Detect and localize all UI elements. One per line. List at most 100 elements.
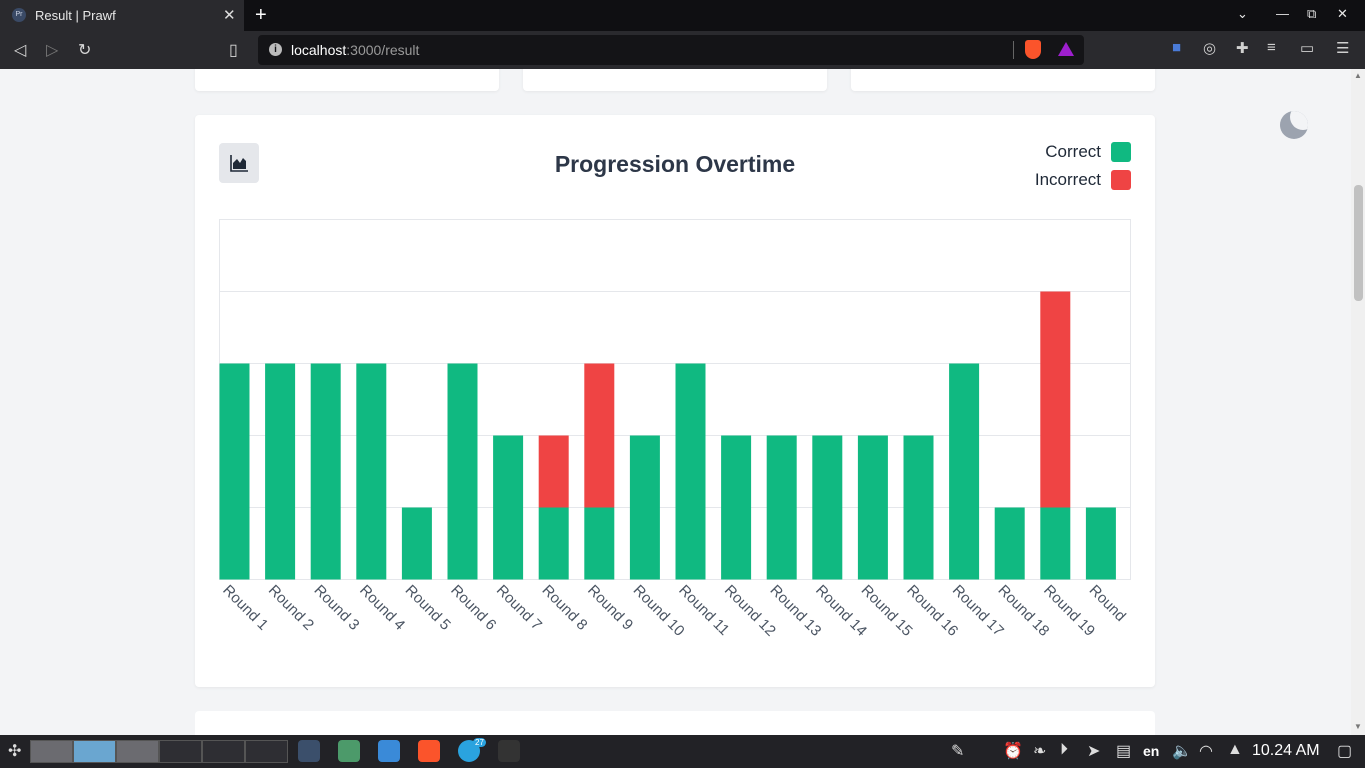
- bar-incorrect: [538, 435, 569, 508]
- media-play-icon[interactable]: ⏵: [1060, 741, 1068, 759]
- brave-browser-app-icon[interactable]: [418, 740, 440, 762]
- bar-chart: Round 1Round 2Round 3Round 4Round 5Round…: [219, 219, 1131, 640]
- file-manager-app-icon[interactable]: [378, 740, 400, 762]
- media-playlist-icon[interactable]: ≡: [1267, 39, 1276, 56]
- chart-title: Progression Overtime: [554, 151, 796, 177]
- workspace-5[interactable]: [202, 740, 245, 763]
- workspace-1[interactable]: [30, 740, 73, 763]
- url-text: localhost:3000/result: [291, 42, 420, 58]
- x-tick-label: Round 2: [265, 582, 317, 634]
- reload-icon[interactable]: ↻: [78, 40, 91, 60]
- extensions-puzzle-icon[interactable]: ✚: [1236, 39, 1249, 57]
- back-icon[interactable]: ◁: [14, 40, 26, 60]
- page-scrollbar[interactable]: ▲ ▼: [1351, 69, 1365, 735]
- bar-correct: [584, 507, 615, 580]
- legend-item-incorrect[interactable]: Incorrect: [1035, 166, 1131, 194]
- stat-card: [195, 69, 499, 91]
- terminal-app-icon[interactable]: [498, 740, 520, 762]
- bar-correct: [265, 363, 296, 580]
- workspace-4[interactable]: [159, 740, 202, 763]
- bar-correct: [857, 435, 888, 580]
- tab-list-chevron-icon[interactable]: ⌄: [1237, 6, 1248, 22]
- workspace-2[interactable]: [73, 740, 116, 763]
- new-tab-icon[interactable]: +: [255, 4, 267, 27]
- next-card: [195, 711, 1155, 735]
- show-desktop-icon[interactable]: ▢: [1337, 741, 1352, 761]
- legend-label: Correct: [1045, 142, 1101, 161]
- extension-shield-icon[interactable]: ■: [1172, 39, 1181, 56]
- stat-card: [851, 69, 1155, 91]
- x-tick-label: Round 1: [219, 582, 271, 634]
- browser-tab-strip: Pr Result | Prawf ✕ + ⌄ — ⧉ ✕: [0, 0, 1365, 31]
- bar-correct: [219, 363, 250, 580]
- clipboard-icon[interactable]: ▤: [1116, 741, 1131, 761]
- pen-icon[interactable]: ✎: [951, 741, 964, 761]
- bar-correct: [994, 507, 1025, 580]
- bar-correct: [629, 435, 660, 580]
- window-close-icon[interactable]: ✕: [1337, 6, 1348, 22]
- x-tick-label: Round 7: [493, 582, 545, 634]
- minimize-icon[interactable]: —: [1276, 6, 1289, 21]
- bar-correct: [1085, 507, 1116, 580]
- legend-item-correct[interactable]: Correct: [1035, 138, 1131, 166]
- os-taskbar: ✣ 27 ✎ ⏰ ❧ ⏵ ➤ ▤ en 🔈 ◠ ▲ 10.24 AM ▢: [0, 735, 1365, 768]
- keyboard-language[interactable]: en: [1143, 743, 1159, 759]
- tab-close-icon[interactable]: ✕: [223, 6, 236, 24]
- image-viewer-app-icon[interactable]: [338, 740, 360, 762]
- bar-correct: [766, 435, 797, 580]
- brave-rewards-icon[interactable]: [1058, 42, 1074, 56]
- scroll-thumb[interactable]: [1354, 185, 1363, 301]
- address-bar[interactable]: i localhost:3000/result: [258, 35, 1084, 65]
- progression-chart-card: Progression Overtime Correct Incorrect R…: [195, 115, 1155, 687]
- x-tick-label: Round 3: [311, 582, 363, 634]
- brave-shields-icon[interactable]: [1025, 40, 1041, 59]
- tray-expand-icon[interactable]: ▲: [1227, 741, 1243, 759]
- legend-label: Incorrect: [1034, 170, 1101, 189]
- bar-correct: [903, 435, 934, 580]
- site-info-icon[interactable]: i: [269, 43, 282, 56]
- tab-favicon: Pr: [12, 8, 26, 22]
- page-content: Progression Overtime Correct Incorrect R…: [0, 69, 1365, 735]
- chart-legend: Correct Incorrect: [1035, 138, 1131, 194]
- bar-correct: [538, 507, 569, 580]
- x-tick-label: Round 5: [402, 582, 454, 634]
- workspace-6[interactable]: [245, 740, 288, 763]
- bar-correct: [493, 435, 524, 580]
- menu-icon[interactable]: ☰: [1336, 39, 1349, 57]
- clock[interactable]: 10.24 AM: [1252, 742, 1320, 760]
- volume-icon[interactable]: 🔈: [1172, 741, 1192, 761]
- x-tick-label: Round: [1086, 582, 1129, 625]
- bar-correct: [401, 507, 432, 580]
- extension-target-icon[interactable]: ◎: [1203, 39, 1216, 57]
- x-tick-label: Round 6: [447, 582, 499, 634]
- bar-correct: [447, 363, 478, 580]
- bar-correct: [310, 363, 341, 580]
- bookmark-icon[interactable]: ▯: [229, 40, 238, 60]
- restore-icon[interactable]: ⧉: [1307, 6, 1316, 22]
- x-tick-label: Round 8: [539, 582, 591, 634]
- forward-icon[interactable]: ▷: [46, 40, 58, 60]
- bar-correct: [675, 363, 706, 580]
- dark-mode-toggle-moon-icon[interactable]: [1280, 111, 1308, 139]
- taskmanager-app-icon[interactable]: [298, 740, 320, 762]
- scroll-down-icon[interactable]: ▼: [1354, 722, 1362, 731]
- workspace-3[interactable]: [116, 740, 159, 763]
- stat-card: [523, 69, 827, 91]
- scroll-up-icon[interactable]: ▲: [1354, 71, 1362, 80]
- notifications-icon[interactable]: ⏰: [1003, 741, 1023, 761]
- browser-toolbar: ◁ ▷ ↻ ▯ i localhost:3000/result ■ ◎ ✚ ≡ …: [0, 31, 1365, 69]
- telegram-badge: 27: [473, 738, 486, 747]
- wallet-icon[interactable]: ▭: [1300, 39, 1314, 57]
- send-icon[interactable]: ➤: [1087, 741, 1100, 761]
- bar-correct: [356, 363, 387, 580]
- x-tick-label: Round 9: [584, 582, 636, 634]
- browser-tab[interactable]: Pr Result | Prawf ✕: [0, 0, 244, 31]
- legend-swatch: [1111, 142, 1131, 162]
- bar-incorrect: [1040, 291, 1071, 508]
- plot-frame: [219, 219, 1131, 580]
- leaf-icon[interactable]: ❧: [1033, 741, 1046, 761]
- x-axis-ticks: Round 1Round 2Round 3Round 4Round 5Round…: [219, 582, 1129, 640]
- app-menu-icon[interactable]: ✣: [8, 741, 21, 761]
- bar-correct: [721, 435, 752, 580]
- wifi-icon[interactable]: ◠: [1199, 741, 1213, 761]
